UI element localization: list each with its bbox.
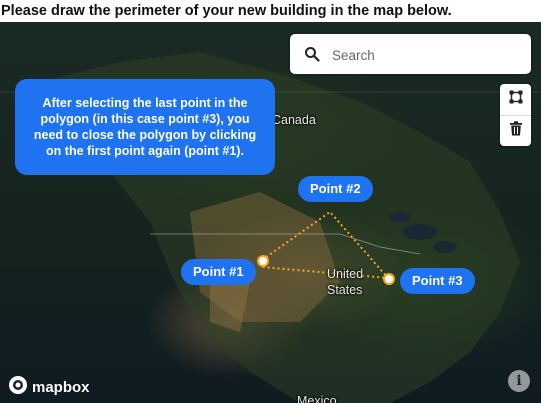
polygon-draw-button[interactable]	[500, 84, 531, 116]
search-input[interactable]	[330, 44, 519, 66]
mapbox-logo-icon	[8, 375, 28, 400]
map-label-united: United	[327, 267, 364, 281]
trash-button[interactable]	[500, 115, 531, 146]
search-box[interactable]	[290, 34, 531, 74]
point-label-2: Point #2	[298, 176, 373, 202]
search-icon	[304, 46, 320, 62]
attribution-info-button[interactable]: i	[508, 370, 530, 392]
polygon-vertex-3[interactable]	[383, 273, 395, 285]
mapbox-logo-text: mapbox	[32, 378, 90, 396]
map-label-mexico: Mexico	[297, 394, 337, 403]
page-heading: Please draw the perimeter of your new bu…	[1, 3, 452, 19]
polygon-vertex-1[interactable]	[257, 255, 269, 267]
callout-text: After selecting the last point in the po…	[33, 96, 257, 158]
draw-toolbar	[500, 84, 531, 146]
trash-icon	[509, 120, 523, 141]
polygon-draw-icon	[509, 90, 523, 109]
point-label-1: Point #1	[181, 259, 256, 285]
mapbox-logo[interactable]: mapbox	[8, 375, 90, 400]
map-label-states: States	[327, 283, 363, 297]
point-label-3: Point #3	[400, 268, 475, 294]
map-label-canada: Canada	[272, 113, 316, 127]
instruction-callout: After selecting the last point in the po…	[15, 79, 275, 175]
